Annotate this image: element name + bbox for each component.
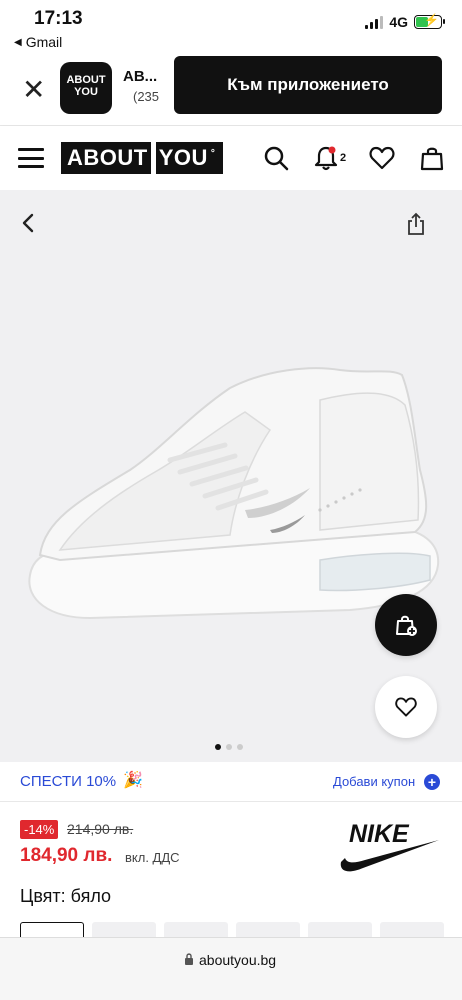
share-icon[interactable] xyxy=(404,212,428,236)
chevron-left-icon[interactable] xyxy=(18,212,40,234)
app-install-banner: ✕ ABOUT YOU AB... (235 Към приложението xyxy=(0,56,462,126)
notification-count: 2 xyxy=(340,152,347,164)
battery-icon: ⚡ xyxy=(414,13,445,29)
network-type: 4G xyxy=(389,14,408,30)
browser-url-bar[interactable]: aboutyou.bg xyxy=(0,937,462,1000)
old-price: 214,90 лв. xyxy=(67,821,134,837)
status-indicators: 4G ⚡ xyxy=(365,13,445,30)
color-label: Цвят: бяло xyxy=(20,886,112,906)
back-to-app-link[interactable]: ◀ Gmail xyxy=(14,34,62,50)
app-name: AB... xyxy=(123,68,158,85)
heart-outline-icon xyxy=(395,697,417,717)
url-text: aboutyou.bg xyxy=(199,952,277,968)
status-time: 17:13 xyxy=(34,8,83,29)
party-popper-icon: 🎉 xyxy=(123,772,143,789)
site-logo[interactable]: ABOUT YOU ° xyxy=(61,142,223,174)
brand-logo[interactable]: NIKE xyxy=(335,818,445,876)
open-app-button[interactable]: Към приложението xyxy=(174,56,442,114)
menu-icon[interactable] xyxy=(18,148,44,168)
product-gallery[interactable] xyxy=(0,190,462,762)
app-logo: ABOUT YOU xyxy=(60,62,112,114)
vat-note: вкл. ДДС xyxy=(125,850,180,865)
app-reviews: (235 xyxy=(133,89,160,104)
wishlist-button[interactable] xyxy=(375,676,437,738)
back-app-label: Gmail xyxy=(25,34,63,50)
gallery-dot[interactable] xyxy=(237,744,243,750)
heart-icon[interactable] xyxy=(368,144,396,172)
site-header: ABOUT YOU ° 2 xyxy=(0,126,462,190)
current-price: 184,90 лв. xyxy=(20,845,113,866)
bag-plus-icon xyxy=(396,615,417,636)
product-image-sneaker xyxy=(28,367,440,620)
lock-icon xyxy=(185,953,193,965)
add-to-bag-button[interactable] xyxy=(375,594,437,656)
close-banner-button[interactable]: ✕ xyxy=(22,76,45,104)
save-label: СПЕСТИ 10% xyxy=(20,773,117,790)
discount-badge: -14% xyxy=(20,820,59,839)
bag-icon[interactable] xyxy=(418,144,446,172)
search-icon[interactable] xyxy=(262,144,290,172)
price-section: -14% 214,90 лв. 184,90 лв. вкл. ДДС NIKE… xyxy=(0,802,462,942)
add-coupon-link[interactable]: Добави купон xyxy=(333,774,415,789)
status-bar: 17:13 ◀ Gmail 4G ⚡ xyxy=(0,0,462,56)
signal-icon xyxy=(365,15,384,29)
gallery-dot[interactable] xyxy=(215,744,221,750)
brand-name: NIKE xyxy=(349,820,410,848)
gallery-dot[interactable] xyxy=(226,744,232,750)
back-triangle-icon: ◀ xyxy=(14,36,22,48)
gallery-pagination[interactable] xyxy=(215,744,243,750)
plus-circle-icon[interactable]: + xyxy=(424,774,440,790)
promo-bar: СПЕСТИ 10% 🎉 Добави купон + xyxy=(0,762,462,802)
product-page: 17:13 ◀ Gmail 4G ⚡ ✕ ABOUT YOU AB... (23… xyxy=(0,0,462,1000)
bell-icon[interactable] xyxy=(312,144,340,172)
